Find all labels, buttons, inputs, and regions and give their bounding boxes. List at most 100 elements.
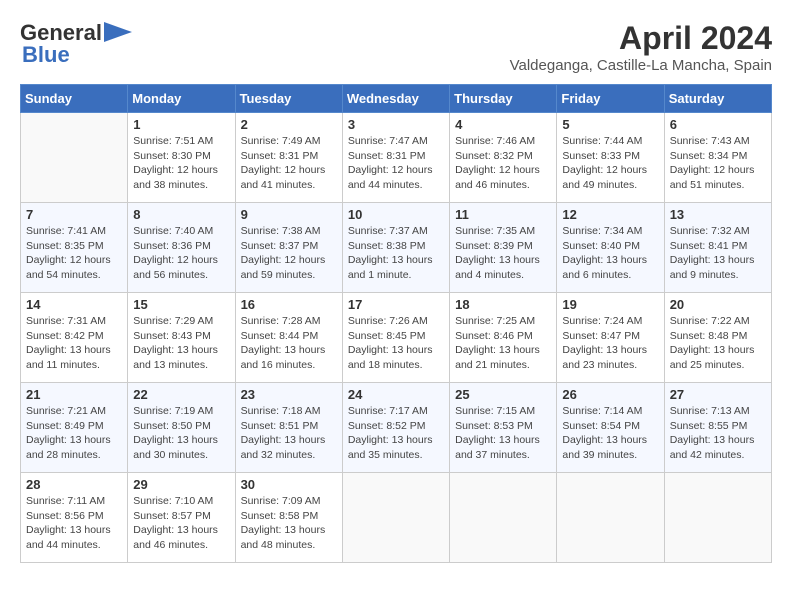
page-subtitle: Valdeganga, Castille-La Mancha, Spain (510, 57, 772, 74)
day-number: 30 (241, 477, 337, 492)
day-number: 8 (133, 207, 229, 222)
calendar-cell: 29 Sunrise: 7:10 AMSunset: 8:57 PMDayligh… (128, 473, 235, 563)
day-info: Sunrise: 7:17 AMSunset: 8:52 PMDaylight:… (348, 404, 444, 463)
day-info: Sunrise: 7:09 AMSunset: 8:58 PMDaylight:… (241, 494, 337, 553)
header-wednesday: Wednesday (342, 85, 449, 113)
header-thursday: Thursday (450, 85, 557, 113)
day-number: 5 (562, 117, 658, 132)
day-number: 21 (26, 387, 122, 402)
page-header: General Blue April 2024 Valdeganga, Cast… (20, 20, 772, 74)
day-number: 6 (670, 117, 766, 132)
day-number: 26 (562, 387, 658, 402)
calendar-cell (342, 473, 449, 563)
day-number: 9 (241, 207, 337, 222)
day-info: Sunrise: 7:29 AMSunset: 8:43 PMDaylight:… (133, 314, 229, 373)
day-info: Sunrise: 7:46 AMSunset: 8:32 PMDaylight:… (455, 134, 551, 193)
day-info: Sunrise: 7:24 AMSunset: 8:47 PMDaylight:… (562, 314, 658, 373)
calendar-cell: 8Sunrise: 7:40 AMSunset: 8:36 PMDaylight… (128, 203, 235, 293)
calendar-cell: 22Sunrise: 7:19 AMSunset: 8:50 PMDayligh… (128, 383, 235, 473)
day-info: Sunrise: 7:11 AMSunset: 8:56 PMDaylight:… (26, 494, 122, 553)
calendar-cell: 17 Sunrise: 7:26 AMSunset: 8:45 PMDayligh… (342, 293, 449, 383)
calendar-cell: 19 Sunrise: 7:24 AMSunset: 8:47 PMDayligh… (557, 293, 664, 383)
calendar-cell: 18 Sunrise: 7:25 AMSunset: 8:46 PMDayligh… (450, 293, 557, 383)
day-number: 7 (26, 207, 122, 222)
day-info: Sunrise: 7:19 AMSunset: 8:50 PMDaylight:… (133, 404, 229, 463)
day-number: 12 (562, 207, 658, 222)
calendar-cell: 27 Sunrise: 7:13 AMSunset: 8:55 PMDayligh… (664, 383, 771, 473)
day-info: Sunrise: 7:34 AMSunset: 8:40 PMDaylight:… (562, 224, 658, 283)
calendar-cell: 15 Sunrise: 7:29 AMSunset: 8:43 PMDayligh… (128, 293, 235, 383)
day-number: 19 (562, 297, 658, 312)
calendar-cell: 23 Sunrise: 7:18 AMSunset: 8:51 PMDayligh… (235, 383, 342, 473)
calendar-cell: 30 Sunrise: 7:09 AMSunset: 8:58 PMDayligh… (235, 473, 342, 563)
calendar-cell: 4 Sunrise: 7:46 AMSunset: 8:32 PMDaylight… (450, 113, 557, 203)
logo-arrow-icon (104, 22, 132, 42)
calendar-cell: 7 Sunrise: 7:41 AMSunset: 8:35 PMDaylight… (21, 203, 128, 293)
day-info: Sunrise: 7:22 AMSunset: 8:48 PMDaylight:… (670, 314, 766, 373)
day-number: 17 (348, 297, 444, 312)
calendar-cell: 25Sunrise: 7:15 AMSunset: 8:53 PMDayligh… (450, 383, 557, 473)
day-info: Sunrise: 7:43 AMSunset: 8:34 PMDaylight:… (670, 134, 766, 193)
calendar-cell: 20 Sunrise: 7:22 AMSunset: 8:48 PMDayligh… (664, 293, 771, 383)
calendar-cell: 2 Sunrise: 7:49 AMSunset: 8:31 PMDaylight… (235, 113, 342, 203)
calendar-cell: 11 Sunrise: 7:35 AMSunset: 8:39 PMDayligh… (450, 203, 557, 293)
day-info: Sunrise: 7:13 AMSunset: 8:55 PMDaylight:… (670, 404, 766, 463)
day-info: Sunrise: 7:21 AMSunset: 8:49 PMDaylight:… (26, 404, 122, 463)
day-number: 3 (348, 117, 444, 132)
calendar-cell: 21 Sunrise: 7:21 AMSunset: 8:49 PMDayligh… (21, 383, 128, 473)
day-number: 16 (241, 297, 337, 312)
calendar-cell: 14 Sunrise: 7:31 AMSunset: 8:42 PMDayligh… (21, 293, 128, 383)
header-friday: Friday (557, 85, 664, 113)
day-info: Sunrise: 7:41 AMSunset: 8:35 PMDaylight:… (26, 224, 122, 283)
day-info: Sunrise: 7:44 AMSunset: 8:33 PMDaylight:… (562, 134, 658, 193)
header-saturday: Saturday (664, 85, 771, 113)
day-number: 15 (133, 297, 229, 312)
calendar-cell: 16 Sunrise: 7:28 AMSunset: 8:44 PMDayligh… (235, 293, 342, 383)
day-info: Sunrise: 7:38 AMSunset: 8:37 PMDaylight:… (241, 224, 337, 283)
day-info: Sunrise: 7:32 AMSunset: 8:41 PMDaylight:… (670, 224, 766, 283)
calendar-cell (450, 473, 557, 563)
day-info: Sunrise: 7:28 AMSunset: 8:44 PMDaylight:… (241, 314, 337, 373)
day-info: Sunrise: 7:49 AMSunset: 8:31 PMDaylight:… (241, 134, 337, 193)
day-number: 24 (348, 387, 444, 402)
day-info: Sunrise: 7:26 AMSunset: 8:45 PMDaylight:… (348, 314, 444, 373)
calendar-cell: 28 Sunrise: 7:11 AMSunset: 8:56 PMDayligh… (21, 473, 128, 563)
calendar-cell (664, 473, 771, 563)
day-info: Sunrise: 7:51 AMSunset: 8:30 PMDaylight:… (133, 134, 229, 193)
day-number: 4 (455, 117, 551, 132)
day-number: 25 (455, 387, 551, 402)
day-number: 27 (670, 387, 766, 402)
day-number: 20 (670, 297, 766, 312)
day-info: Sunrise: 7:14 AMSunset: 8:54 PMDaylight:… (562, 404, 658, 463)
day-number: 28 (26, 477, 122, 492)
day-number: 18 (455, 297, 551, 312)
calendar-cell (21, 113, 128, 203)
calendar-cell (557, 473, 664, 563)
day-info: Sunrise: 7:37 AMSunset: 8:38 PMDaylight:… (348, 224, 444, 283)
calendar-cell: 26 Sunrise: 7:14 AMSunset: 8:54 PMDayligh… (557, 383, 664, 473)
day-info: Sunrise: 7:35 AMSunset: 8:39 PMDaylight:… (455, 224, 551, 283)
calendar-cell: 9 Sunrise: 7:38 AMSunset: 8:37 PMDaylight… (235, 203, 342, 293)
page-title: April 2024 (510, 20, 772, 57)
header-tuesday: Tuesday (235, 85, 342, 113)
day-number: 14 (26, 297, 122, 312)
day-info: Sunrise: 7:10 AMSunset: 8:57 PMDaylight:… (133, 494, 229, 553)
day-number: 29 (133, 477, 229, 492)
day-info: Sunrise: 7:31 AMSunset: 8:42 PMDaylight:… (26, 314, 122, 373)
day-number: 23 (241, 387, 337, 402)
day-number: 11 (455, 207, 551, 222)
header-sunday: Sunday (21, 85, 128, 113)
day-info: Sunrise: 7:25 AMSunset: 8:46 PMDaylight:… (455, 314, 551, 373)
calendar-cell: 6 Sunrise: 7:43 AMSunset: 8:34 PMDaylight… (664, 113, 771, 203)
day-info: Sunrise: 7:18 AMSunset: 8:51 PMDaylight:… (241, 404, 337, 463)
calendar-cell: 24 Sunrise: 7:17 AMSunset: 8:52 PMDayligh… (342, 383, 449, 473)
day-number: 2 (241, 117, 337, 132)
day-info: Sunrise: 7:47 AMSunset: 8:31 PMDaylight:… (348, 134, 444, 193)
calendar-cell: 1 Sunrise: 7:51 AMSunset: 8:30 PMDaylight… (128, 113, 235, 203)
calendar-cell: 3 Sunrise: 7:47 AMSunset: 8:31 PMDaylight… (342, 113, 449, 203)
logo-blue: Blue (22, 42, 70, 68)
calendar-table: SundayMondayTuesdayWednesdayThursdayFrid… (20, 84, 772, 563)
day-number: 1 (133, 117, 229, 132)
day-number: 10 (348, 207, 444, 222)
header-monday: Monday (128, 85, 235, 113)
